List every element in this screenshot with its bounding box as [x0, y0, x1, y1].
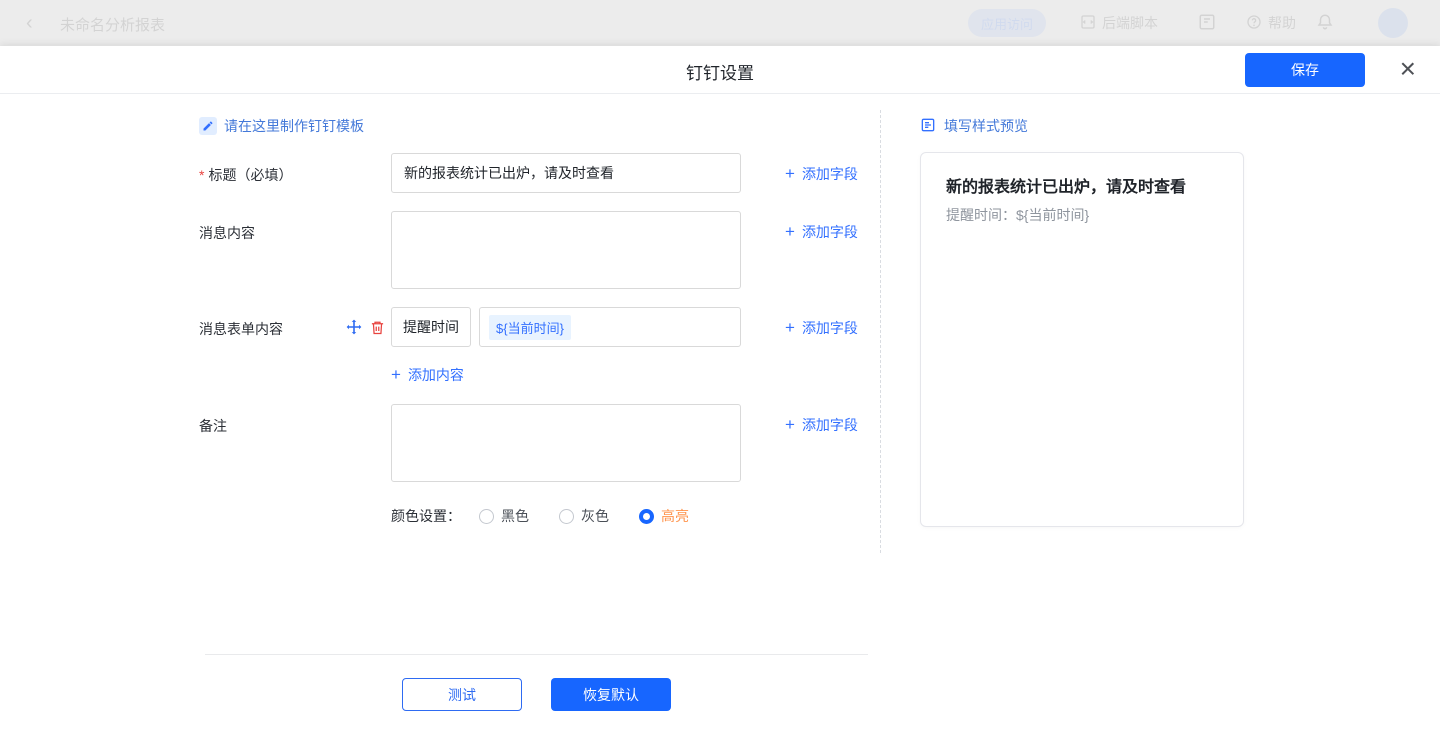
preview-header: 填写样式预览	[920, 116, 1028, 136]
save-button[interactable]: 保存	[1245, 53, 1365, 87]
template-hint-row: 请在这里制作钉钉模板	[199, 116, 364, 136]
radio-label: 灰色	[581, 506, 609, 526]
form-content-key-input[interactable]	[391, 307, 471, 347]
close-icon[interactable]: ×	[1400, 52, 1416, 86]
add-field-label: 添加字段	[802, 222, 858, 242]
form-content-add-field-link[interactable]: + 添加字段	[785, 318, 858, 338]
report-title: 未命名分析报表	[60, 14, 165, 35]
plus-icon: +	[785, 417, 795, 433]
trash-icon[interactable]	[370, 320, 385, 338]
message-textarea[interactable]	[391, 211, 741, 289]
modal-title: 钉钉设置	[0, 59, 1440, 84]
bell-icon[interactable]	[1316, 13, 1334, 34]
pencil-icon	[199, 117, 217, 135]
radio-option-black[interactable]: 黑色	[479, 506, 529, 526]
plus-icon: +	[391, 367, 401, 383]
form-content-value-input[interactable]: ${当前时间}	[479, 307, 741, 347]
preview-header-text: 填写样式预览	[944, 116, 1028, 136]
radio-option-gray[interactable]: 灰色	[559, 506, 609, 526]
app-access-button[interactable]: 应用访问	[968, 9, 1046, 37]
form-content-row-icons	[346, 319, 385, 338]
restore-default-button[interactable]: 恢复默认	[551, 678, 671, 711]
message-add-field-link[interactable]: + 添加字段	[785, 222, 858, 242]
bottom-divider	[205, 654, 868, 655]
avatar[interactable]	[1378, 8, 1408, 38]
radio-icon	[559, 509, 574, 524]
message-field-label: 消息内容	[199, 223, 255, 243]
topbar: ‹ 未命名分析报表 应用访问 后端脚本 帮助	[0, 0, 1440, 46]
remark-add-field-link[interactable]: + 添加字段	[785, 415, 858, 435]
form-content-field-label: 消息表单内容	[199, 319, 283, 339]
radio-label: 黑色	[501, 506, 529, 526]
title-label-text: 标题（必填）	[208, 167, 292, 183]
help-label: 帮助	[1268, 13, 1296, 33]
title-field-label: *标题（必填）	[199, 165, 292, 185]
color-setting-row: 颜色设置： 黑色 灰色 高亮	[391, 506, 719, 526]
add-field-label: 添加字段	[802, 318, 858, 338]
title-input[interactable]	[391, 153, 741, 193]
remark-textarea[interactable]	[391, 404, 741, 482]
backend-script-label: 后端脚本	[1102, 13, 1158, 33]
plus-icon: +	[785, 320, 795, 336]
add-field-label: 添加字段	[802, 415, 858, 435]
code-window-icon	[1080, 14, 1096, 33]
add-content-link[interactable]: + 添加内容	[391, 365, 464, 385]
required-mark: *	[199, 167, 204, 183]
modal-header: 钉钉设置 保存 ×	[0, 46, 1440, 94]
topbar-dimmed-content: ‹ 未命名分析报表 应用访问 后端脚本 帮助	[0, 0, 1440, 46]
screen: ‹ 未命名分析报表 应用访问 后端脚本 帮助	[0, 0, 1440, 736]
radio-icon-selected	[639, 509, 654, 524]
back-icon[interactable]: ‹	[26, 13, 33, 33]
color-setting-label: 颜色设置：	[391, 506, 461, 526]
preview-card-line: 提醒时间：${当前时间}	[946, 205, 1223, 225]
modal-body: 请在这里制作钉钉模板 *标题（必填） + 添加字段 消息内容 + 添加字段 消息…	[0, 94, 1440, 735]
add-field-label: 添加字段	[802, 164, 858, 184]
backend-script-button[interactable]: 后端脚本	[1080, 13, 1158, 33]
radio-label: 高亮	[661, 506, 689, 526]
template-hint-text: 请在这里制作钉钉模板	[224, 116, 364, 136]
test-button[interactable]: 测试	[402, 678, 522, 711]
document-icon	[920, 117, 936, 136]
move-icon[interactable]	[346, 319, 362, 338]
remark-field-label: 备注	[199, 416, 227, 436]
radio-option-highlight[interactable]: 高亮	[639, 506, 689, 526]
help-button[interactable]: 帮助	[1246, 13, 1296, 33]
plus-icon: +	[785, 166, 795, 182]
plus-icon: +	[785, 224, 795, 240]
radio-icon	[479, 509, 494, 524]
window-icon[interactable]	[1198, 13, 1216, 34]
column-divider	[880, 110, 881, 553]
variable-tag[interactable]: ${当前时间}	[489, 315, 571, 340]
preview-card: 新的报表统计已出炉，请及时查看 提醒时间：${当前时间}	[920, 152, 1244, 527]
preview-card-title: 新的报表统计已出炉，请及时查看	[946, 173, 1223, 197]
dingtalk-settings-modal: 钉钉设置 保存 × 请在这里制作钉钉模板 *标题（必填） + 添加字段 消	[0, 46, 1440, 736]
title-add-field-link[interactable]: + 添加字段	[785, 164, 858, 184]
add-content-label: 添加内容	[408, 365, 464, 385]
question-icon	[1246, 14, 1262, 33]
